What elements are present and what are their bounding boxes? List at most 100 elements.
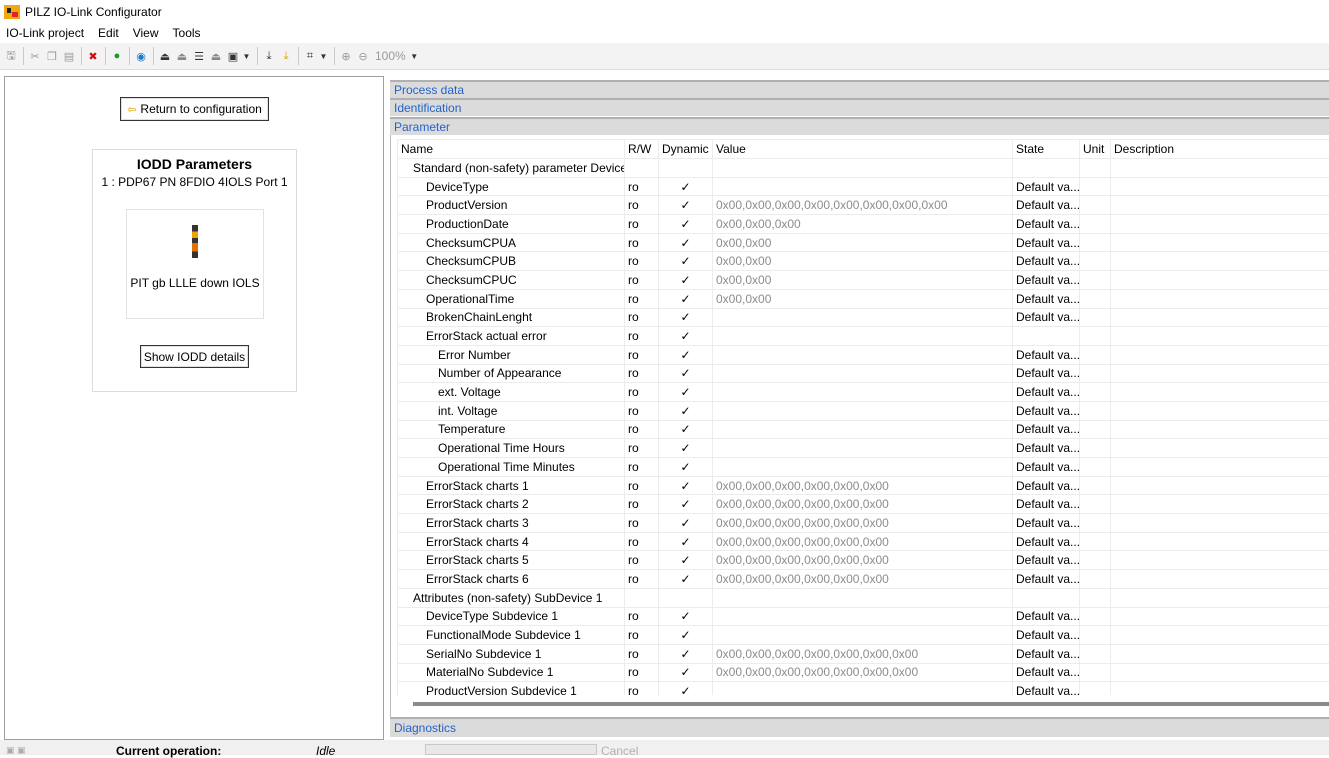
cell-value: 0x00,0x00 <box>713 252 1013 271</box>
cell-name: ErrorStack charts 5 <box>398 551 625 570</box>
download-icon[interactable]: ⏏ <box>208 46 224 66</box>
cell-dynamic: ✓ <box>659 458 713 477</box>
zoom-in-icon[interactable]: ⊕ <box>338 46 354 66</box>
cell-unit <box>1080 215 1111 234</box>
table-row[interactable]: ErrorStack charts 6ro✓0x00,0x00,0x00,0x0… <box>398 570 1329 589</box>
table-row[interactable]: FunctionalMode Subdevice 1ro✓Default va.… <box>398 626 1329 645</box>
delete-icon[interactable]: ✖ <box>85 46 101 66</box>
layout-icon[interactable]: ⌗ <box>302 46 318 66</box>
column-header-unit[interactable]: Unit <box>1080 140 1111 159</box>
table-row[interactable]: ChecksumCPUBro✓0x00,0x00Default va... <box>398 252 1329 271</box>
iodd-title: IODD Parameters <box>93 156 296 172</box>
table-row[interactable]: ErrorStack charts 4ro✓0x00,0x00,0x00,0x0… <box>398 532 1329 551</box>
return-to-configuration-button[interactable]: ⇦ Return to configuration <box>120 97 269 121</box>
toolbar: 🖫 ✂ ❐ ▤ ✖ ● ◉ ⏏ ⏏ ☰ ⏏ ▣ ▼ ⤓ ⤓ ⌗ ▼ ⊕ ⊖ 10… <box>0 43 1329 70</box>
save-icon[interactable]: 🖫 <box>3 46 19 66</box>
table-row[interactable]: ChecksumCPUCro✓0x00,0x00Default va... <box>398 271 1329 290</box>
zoom-out-icon[interactable]: ⊖ <box>355 46 371 66</box>
column-header-name[interactable]: Name <box>398 140 625 159</box>
table-row[interactable]: Operational Time Hoursro✓Default va... <box>398 439 1329 458</box>
column-header-rw[interactable]: R/W <box>625 140 659 159</box>
cut-icon[interactable]: ✂ <box>27 46 43 66</box>
table-row[interactable]: ProductionDatero✓0x00,0x00,0x00Default v… <box>398 215 1329 234</box>
chevron-down-icon[interactable]: ▼ <box>319 52 328 61</box>
cell-unit <box>1080 289 1111 308</box>
table-row[interactable]: Operational Time Minutesro✓Default va... <box>398 458 1329 477</box>
upload-all-icon[interactable]: ⏏ <box>174 46 190 66</box>
cell-description <box>1111 345 1329 364</box>
cell-description <box>1111 458 1329 477</box>
parameter-table-container[interactable]: Name R/W Dynamic Value State Unit Descri… <box>397 139 1329 695</box>
cell-dynamic: ✓ <box>659 644 713 663</box>
copy-icon[interactable]: ❐ <box>44 46 60 66</box>
section-diagnostics[interactable]: Diagnostics <box>390 717 1329 737</box>
table-row[interactable]: Temperaturero✓Default va... <box>398 420 1329 439</box>
cell-state: Default va... <box>1013 289 1080 308</box>
chevron-down-icon[interactable]: ▼ <box>410 52 419 61</box>
table-row[interactable]: MaterialNo Subdevice 1ro✓0x00,0x00,0x00,… <box>398 663 1329 682</box>
table-row[interactable]: ErrorStack charts 3ro✓0x00,0x00,0x00,0x0… <box>398 514 1329 533</box>
table-row[interactable]: ext. Voltagero✓Default va... <box>398 383 1329 402</box>
cell-rw: ro <box>625 682 659 695</box>
cell-unit <box>1080 345 1111 364</box>
connect-icon[interactable]: ◉ <box>133 46 149 66</box>
table-row[interactable]: Number of Appearancero✓Default va... <box>398 364 1329 383</box>
pilz-app-icon <box>4 4 20 20</box>
menu-io-link-project[interactable]: IO-Link project <box>0 26 91 40</box>
table-row[interactable]: DeviceType Subdevice 1ro✓Default va... <box>398 607 1329 626</box>
cell-description <box>1111 159 1329 178</box>
table-row[interactable]: ChecksumCPUAro✓0x00,0x00Default va... <box>398 233 1329 252</box>
run-icon[interactable]: ● <box>109 46 125 66</box>
menu-tools[interactable]: Tools <box>166 26 208 40</box>
menu-view[interactable]: View <box>126 26 166 40</box>
table-row[interactable]: OperationalTimero✓0x00,0x00Default va... <box>398 289 1329 308</box>
align-icon[interactable]: ☰ <box>191 46 207 66</box>
cell-dynamic: ✓ <box>659 364 713 383</box>
table-row[interactable]: Error Numberro✓Default va... <box>398 345 1329 364</box>
column-header-value[interactable]: Value <box>713 140 1013 159</box>
cell-name: Operational Time Hours <box>398 439 625 458</box>
cell-rw: ro <box>625 514 659 533</box>
cell-name: MaterialNo Subdevice 1 <box>398 663 625 682</box>
device-name: PIT gb LLLE down IOLS <box>127 276 263 290</box>
cancel-button[interactable]: Cancel <box>601 744 638 758</box>
table-row[interactable]: ProductVersion Subdevice 1ro✓Default va.… <box>398 682 1329 695</box>
cell-unit <box>1080 476 1111 495</box>
horizontal-scrollbar[interactable] <box>413 702 1329 706</box>
table-row[interactable]: BrokenChainLenghtro✓Default va... <box>398 308 1329 327</box>
column-header-description[interactable]: Description <box>1111 140 1329 159</box>
section-identification[interactable]: Identification <box>390 98 1329 116</box>
device-icon[interactable]: ▣ <box>225 46 241 66</box>
export-icon[interactable]: ⤓ <box>278 46 294 66</box>
column-header-dynamic[interactable]: Dynamic <box>659 140 713 159</box>
cell-dynamic <box>659 159 713 178</box>
upload-icon[interactable]: ⏏ <box>157 46 173 66</box>
section-process-data[interactable]: Process data <box>390 80 1329 98</box>
cell-rw: ro <box>625 458 659 477</box>
cell-unit <box>1080 159 1111 178</box>
cell-value: 0x00,0x00,0x00,0x00,0x00,0x00,0x00,0x00 <box>713 196 1013 215</box>
menu-edit[interactable]: Edit <box>91 26 126 40</box>
import-icon[interactable]: ⤓ <box>261 46 277 66</box>
show-iodd-details-button[interactable]: Show IODD details <box>140 345 249 368</box>
table-row[interactable]: Attributes (non-safety) SubDevice 1 <box>398 588 1329 607</box>
chevron-down-icon[interactable]: ▼ <box>242 52 251 61</box>
parameter-table: Name R/W Dynamic Value State Unit Descri… <box>397 139 1329 695</box>
table-row[interactable]: ErrorStack charts 1ro✓0x00,0x00,0x00,0x0… <box>398 476 1329 495</box>
table-row[interactable]: Standard (non-safety) parameter Device <box>398 159 1329 178</box>
zoom-level[interactable]: 100% <box>375 49 406 63</box>
section-parameter[interactable]: Parameter <box>390 117 1329 135</box>
table-row[interactable]: DeviceTypero✓Default va... <box>398 177 1329 196</box>
table-row[interactable]: ErrorStack actual errorro✓ <box>398 327 1329 346</box>
table-row[interactable]: SerialNo Subdevice 1ro✓0x00,0x00,0x00,0x… <box>398 644 1329 663</box>
table-row[interactable]: ErrorStack charts 2ro✓0x00,0x00,0x00,0x0… <box>398 495 1329 514</box>
cell-description <box>1111 401 1329 420</box>
cell-description <box>1111 233 1329 252</box>
current-operation-value: Idle <box>316 744 335 758</box>
table-row[interactable]: ErrorStack charts 5ro✓0x00,0x00,0x00,0x0… <box>398 551 1329 570</box>
cell-name: ErrorStack charts 6 <box>398 570 625 589</box>
paste-icon[interactable]: ▤ <box>61 46 77 66</box>
table-row[interactable]: int. Voltagero✓Default va... <box>398 401 1329 420</box>
column-header-state[interactable]: State <box>1013 140 1080 159</box>
table-row[interactable]: ProductVersionro✓0x00,0x00,0x00,0x00,0x0… <box>398 196 1329 215</box>
